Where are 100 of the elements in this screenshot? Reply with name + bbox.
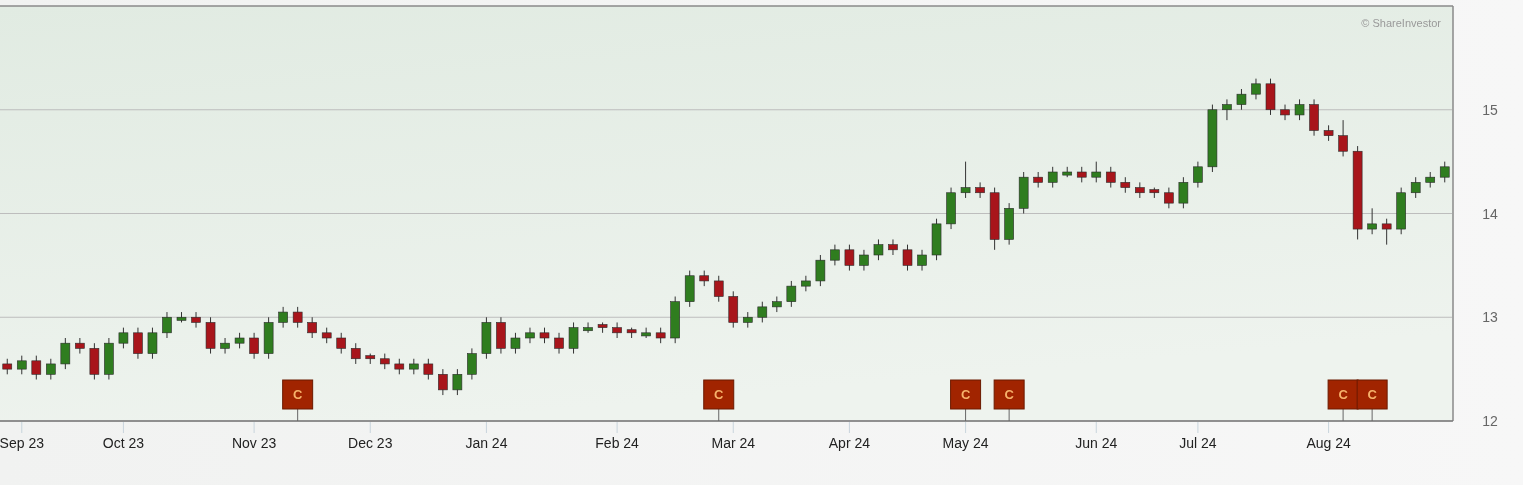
- candlestick: [1439, 161, 1450, 183]
- candlestick: [292, 306, 303, 329]
- candlestick: [1367, 207, 1377, 235]
- x-tick-label: Mar 24: [711, 435, 756, 451]
- candlestick: [1236, 88, 1247, 111]
- candlestick: [1004, 202, 1014, 246]
- candlestick: [1222, 98, 1232, 121]
- x-tick-label: Aug 24: [1306, 435, 1351, 451]
- candlestick: [1396, 187, 1406, 235]
- candlestick: [191, 311, 201, 329]
- candlestick: [1178, 176, 1189, 209]
- candlestick: [873, 238, 884, 261]
- candlestick: [365, 353, 376, 365]
- candlestick: [205, 316, 216, 355]
- candlestick: [931, 218, 942, 261]
- candlestick: [859, 249, 869, 272]
- candlestick: [786, 280, 797, 308]
- candlestick: [728, 290, 739, 329]
- candlestick: [713, 275, 724, 303]
- candlestick: [481, 316, 492, 360]
- candlestick: [568, 321, 579, 355]
- x-tick-label: Jun 24: [1075, 435, 1118, 451]
- x-tick-label: May 24: [942, 435, 989, 451]
- candlestick: [379, 353, 390, 370]
- candlestick: [1135, 181, 1145, 199]
- candlestick: [525, 327, 535, 344]
- candlestick: [1323, 124, 1334, 142]
- candlestick: [1309, 98, 1319, 137]
- candlestick: [539, 327, 550, 344]
- candlestick: [234, 332, 245, 349]
- candlestick: [830, 244, 840, 266]
- candlestick: [960, 161, 971, 199]
- candlestick: [118, 327, 129, 349]
- candlestick: [350, 342, 361, 365]
- candlestick: [307, 316, 317, 339]
- x-tick-label: Oct 23: [102, 435, 145, 451]
- candlestick: [249, 332, 259, 360]
- candlestick: [917, 249, 927, 272]
- candlestick: [60, 337, 71, 370]
- candlestick: [278, 306, 288, 329]
- candlestick: [2, 358, 13, 375]
- candlestick: [757, 301, 768, 323]
- candlestick: [975, 181, 985, 199]
- candlestick: [1033, 171, 1043, 189]
- candlestick: [31, 355, 42, 380]
- candlestick: [1018, 171, 1029, 214]
- candlestick: [902, 244, 913, 272]
- candlestick: [815, 254, 826, 287]
- candlestick: [801, 275, 811, 292]
- candlestick: [263, 316, 274, 360]
- candlestick: [1149, 187, 1160, 199]
- candlestick: [75, 337, 85, 355]
- candlestick: [510, 332, 521, 355]
- candlestick: [1425, 171, 1435, 189]
- candlestick: [467, 347, 477, 380]
- candlestick: [133, 327, 143, 360]
- y-tick-label: 15: [1482, 101, 1498, 118]
- candlestick: [1193, 161, 1203, 189]
- candlestick: [147, 327, 158, 360]
- candlestick: [89, 342, 100, 380]
- candlestick: [888, 238, 898, 256]
- candlestick: [597, 321, 608, 334]
- candlestick: [1338, 119, 1348, 157]
- candlestick: [583, 321, 593, 334]
- candlestick: [844, 244, 855, 272]
- candlestick: [1047, 166, 1058, 189]
- candlestick: [626, 327, 637, 339]
- y-tick-label: 13: [1482, 309, 1498, 326]
- candlestick: [1120, 176, 1131, 194]
- x-tick-label: Jan 24: [465, 435, 508, 451]
- candlestick: [946, 187, 956, 230]
- candlestick: [684, 270, 695, 308]
- candlestick: [176, 311, 187, 323]
- x-tick-label: Apr 24: [828, 435, 871, 451]
- copyright-text: © ShareInvestor: [1361, 17, 1441, 29]
- x-tick-label: Nov 23: [231, 435, 277, 451]
- candlestick: [321, 327, 332, 344]
- candlestick: [743, 311, 753, 329]
- candlestick: [336, 332, 347, 355]
- candlestick: [1280, 104, 1290, 121]
- candlestick: [452, 368, 463, 396]
- candlestick: [612, 321, 622, 339]
- candlestick: [1164, 187, 1174, 209]
- candlestick: [104, 337, 114, 380]
- x-tick-label: Sep 23: [0, 435, 44, 451]
- candlestick: [1062, 166, 1072, 178]
- candlestick: [1251, 78, 1261, 100]
- candlestick: [989, 187, 1000, 251]
- x-tick-label: Jul 24: [1179, 435, 1217, 451]
- candlestick: [423, 358, 434, 380]
- candlestick: [1091, 161, 1102, 183]
- candlestick: [1410, 176, 1421, 199]
- candlestick: [1106, 166, 1116, 189]
- candlestick: [554, 332, 564, 355]
- candlestick: [655, 327, 666, 344]
- candlestick: [699, 270, 709, 287]
- x-tick-label: Feb 24: [595, 435, 639, 451]
- y-tick-label: 14: [1482, 205, 1498, 222]
- x-tick-label: Dec 23: [348, 435, 393, 451]
- candlestick: [496, 316, 506, 355]
